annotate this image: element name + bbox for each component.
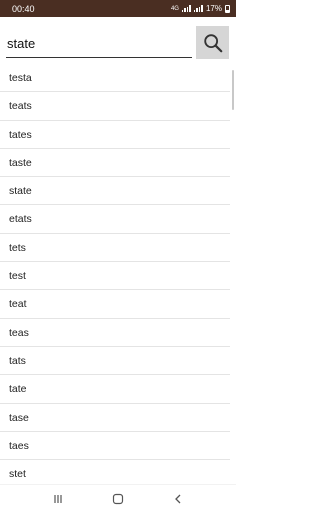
result-item[interactable]: tets	[0, 234, 230, 263]
result-item[interactable]: teat	[0, 290, 230, 319]
battery-percent: 17%	[205, 4, 222, 13]
result-item[interactable]: tats	[0, 347, 230, 376]
network-type: 4G	[170, 5, 179, 12]
home-icon	[112, 493, 124, 504]
result-item[interactable]: state	[0, 177, 230, 206]
battery-icon	[225, 4, 230, 13]
results-list: testa teats tates taste state etats tets test te…	[0, 64, 236, 484]
back-button[interactable]	[163, 488, 193, 510]
result-item[interactable]: test	[0, 262, 230, 291]
search-icon	[203, 33, 222, 52]
home-button[interactable]	[103, 488, 133, 510]
result-item[interactable]: tate	[0, 375, 230, 404]
recents-icon	[54, 494, 62, 503]
result-item[interactable]: tates	[0, 121, 230, 149]
search-bar	[0, 24, 236, 60]
result-item[interactable]: teats	[0, 92, 230, 121]
result-item[interactable]: taste	[0, 149, 230, 178]
status-icons: 4G 17%	[171, 4, 230, 13]
back-icon	[175, 494, 181, 503]
result-item[interactable]: tase	[0, 404, 230, 432]
recents-button[interactable]	[43, 488, 73, 510]
result-item[interactable]: taes	[0, 432, 230, 461]
scrollbar[interactable]	[232, 70, 234, 110]
result-item[interactable]: etats	[0, 205, 230, 234]
signal-icon	[181, 5, 191, 12]
search-button[interactable]	[196, 26, 229, 59]
result-item[interactable]: teas	[0, 319, 230, 347]
status-bar: 00:40 4G 17%	[0, 0, 236, 17]
navigation-bar	[0, 484, 236, 512]
search-input[interactable]	[6, 30, 192, 58]
signal-icon-2	[193, 5, 203, 12]
status-time: 00:40	[12, 3, 35, 14]
result-item[interactable]: stet	[0, 460, 230, 484]
result-item[interactable]: testa	[0, 64, 230, 93]
